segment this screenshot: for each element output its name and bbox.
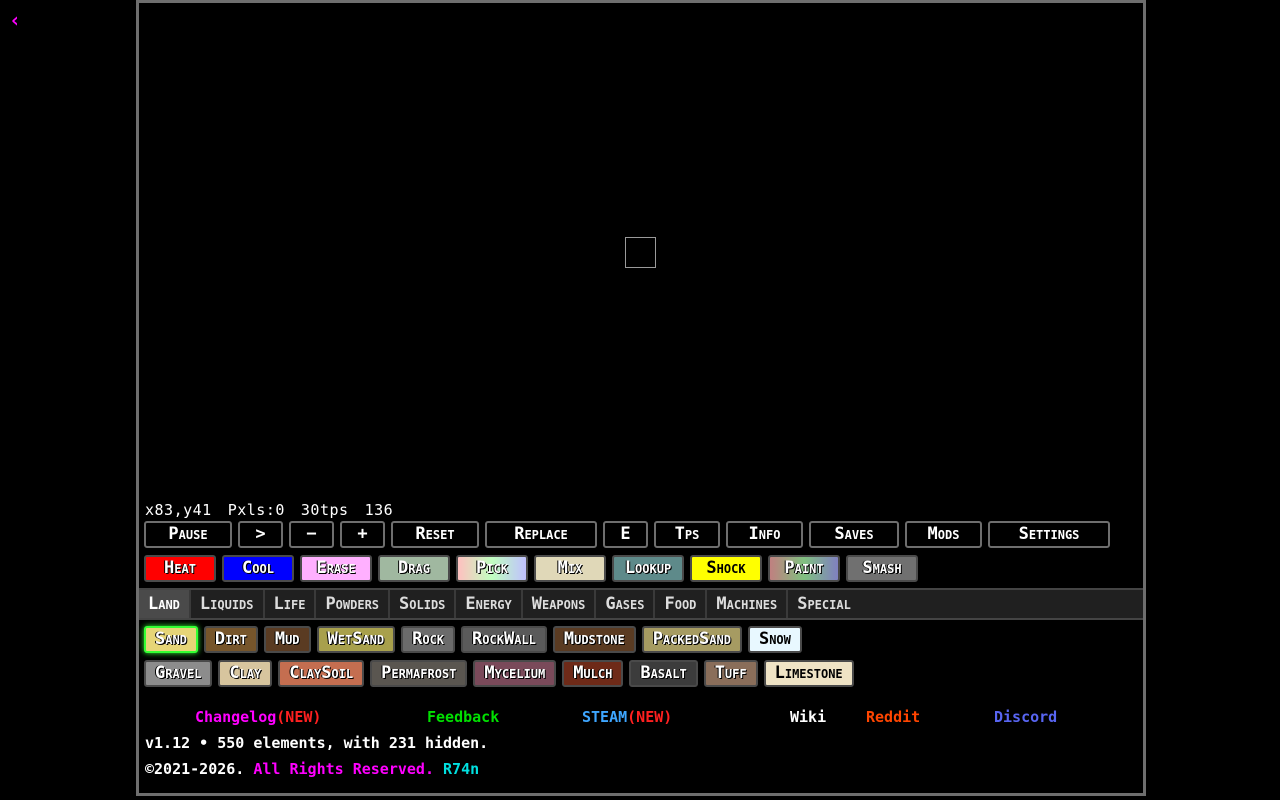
element-snow-button[interactable]: Snow: [747, 626, 802, 653]
lookup-tool-button[interactable]: Lookup: [612, 555, 684, 582]
link-reddit-label: Reddit: [866, 708, 921, 726]
minus-button[interactable]: −: [289, 521, 334, 548]
mods-button[interactable]: Mods: [905, 521, 982, 548]
category-tabs: Land Liquids Life Powders Solids Energy Weapon…: [139, 588, 1143, 620]
tab-gases[interactable]: Gases: [596, 590, 656, 618]
fps-readout: 136: [364, 501, 394, 519]
version-info: v1.12 • 550 elements, with 231 hidden.: [145, 734, 489, 752]
rights-text: All Rights Reserved.: [253, 760, 434, 778]
element-mycelium-button[interactable]: Mycelium: [473, 660, 557, 687]
tab-food[interactable]: Food: [655, 590, 708, 618]
link-feedback[interactable]: Feedback: [427, 708, 499, 726]
e-button[interactable]: E: [603, 521, 648, 548]
plus-button[interactable]: +: [340, 521, 385, 548]
element-rock-button[interactable]: Rock: [401, 626, 456, 653]
coords-readout: x83,y41: [145, 501, 212, 519]
new-badge: (NEW): [627, 708, 673, 726]
game-canvas[interactable]: x83,y41 Pxls:0 30tps 136 Pause > − + Reset Repla…: [136, 0, 1146, 796]
link-discord-label: Discord: [994, 708, 1058, 726]
element-buttons-row-1: Sand Dirt Mud WetSand Rock RockWall Mudstone Pa…: [144, 626, 802, 653]
element-limestone-button[interactable]: Limestone: [763, 660, 854, 687]
erase-tool-button[interactable]: Erase: [300, 555, 372, 582]
settings-button[interactable]: Settings: [988, 521, 1110, 548]
link-steam-label: STEAM: [582, 708, 628, 726]
new-badge: (NEW): [276, 708, 322, 726]
brush-cursor: [625, 237, 656, 268]
shock-tool-button[interactable]: Shock: [690, 555, 762, 582]
drag-tool-button[interactable]: Drag: [378, 555, 450, 582]
link-feedback-label: Feedback: [427, 708, 500, 726]
tab-land[interactable]: Land: [139, 590, 191, 618]
element-mud-button[interactable]: Mud: [263, 626, 311, 653]
tab-special[interactable]: Special: [788, 590, 860, 618]
link-wiki-label: Wiki: [790, 708, 827, 726]
paint-tool-button[interactable]: Paint: [768, 555, 840, 582]
mix-tool-button[interactable]: Mix: [534, 555, 606, 582]
tab-machines[interactable]: Machines: [707, 590, 789, 618]
tab-energy[interactable]: Energy: [456, 590, 523, 618]
link-wiki[interactable]: Wiki: [790, 708, 826, 726]
element-tuff-button[interactable]: Tuff: [703, 660, 758, 687]
tab-liquids[interactable]: Liquids: [191, 590, 265, 618]
element-mulch-button[interactable]: Mulch: [562, 660, 624, 687]
element-dirt-button[interactable]: Dirt: [203, 626, 258, 653]
element-packedsand-button[interactable]: PackedSand: [641, 626, 742, 653]
link-discord[interactable]: Discord: [994, 708, 1057, 726]
pixel-count: Pxls:0: [227, 501, 285, 519]
status-bar: x83,y41 Pxls:0 30tps 136: [145, 501, 409, 519]
heat-tool-button[interactable]: Heat: [144, 555, 216, 582]
element-clay-button[interactable]: Clay: [218, 660, 273, 687]
element-permafrost-button[interactable]: Permafrost: [370, 660, 468, 687]
element-rockwall-button[interactable]: RockWall: [461, 626, 547, 653]
tps-readout: 30tps: [300, 501, 349, 519]
tool-buttons: Heat Cool Erase Drag Pick Mix Lookup Shock Paint…: [144, 555, 918, 582]
link-changelog[interactable]: Changelog(NEW): [195, 708, 321, 726]
pick-tool-button[interactable]: Pick: [456, 555, 528, 582]
element-buttons-row-2: Gravel Clay ClaySoil Permafrost Mycelium Mulc…: [144, 660, 854, 687]
back-chevron-icon[interactable]: ‹: [9, 10, 21, 30]
step-button[interactable]: >: [238, 521, 283, 548]
element-claysoil-button[interactable]: ClaySoil: [278, 660, 365, 687]
info-button[interactable]: Info: [726, 521, 803, 548]
element-gravel-button[interactable]: Gravel: [144, 660, 213, 687]
saves-button[interactable]: Saves: [809, 521, 899, 548]
copyright-years: ©2021-2026.: [145, 760, 245, 778]
tab-weapons[interactable]: Weapons: [523, 590, 597, 618]
author-link[interactable]: R74n: [443, 760, 479, 778]
element-wetsand-button[interactable]: WetSand: [316, 626, 396, 653]
tps-button[interactable]: Tps: [654, 521, 720, 548]
control-buttons: Pause > − + Reset Replace E Tps Info Saves Mods Set…: [144, 521, 1110, 548]
link-steam[interactable]: STEAM(NEW): [582, 708, 672, 726]
element-mudstone-button[interactable]: Mudstone: [552, 626, 636, 653]
replace-button[interactable]: Replace: [485, 521, 597, 548]
pause-button[interactable]: Pause: [144, 521, 232, 548]
element-basalt-button[interactable]: Basalt: [629, 660, 698, 687]
element-sand-button[interactable]: Sand: [144, 626, 198, 653]
tab-solids[interactable]: Solids: [390, 590, 457, 618]
reset-button[interactable]: Reset: [391, 521, 479, 548]
smash-tool-button[interactable]: Smash: [846, 555, 918, 582]
cool-tool-button[interactable]: Cool: [222, 555, 294, 582]
copyright-line: ©2021-2026. All Rights Reserved. R74n: [145, 760, 479, 778]
link-reddit[interactable]: Reddit: [866, 708, 920, 726]
tab-powders[interactable]: Powders: [316, 590, 391, 618]
link-changelog-label: Changelog: [195, 708, 277, 726]
tab-life[interactable]: Life: [265, 590, 317, 618]
